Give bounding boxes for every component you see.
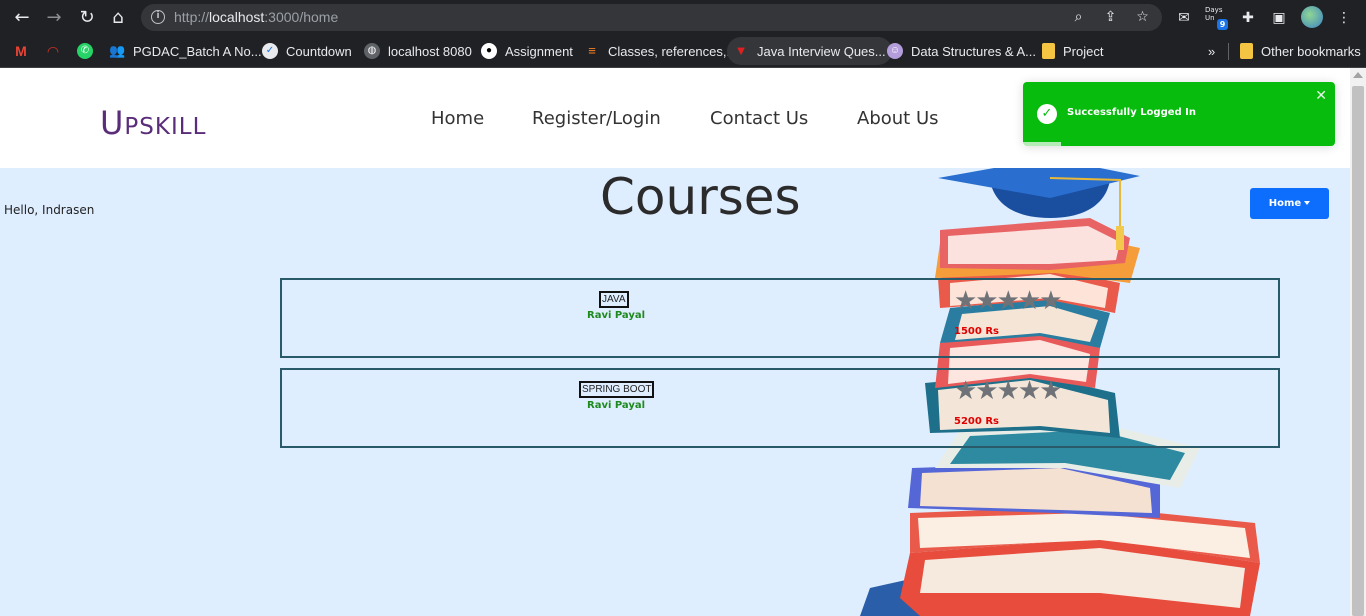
folder-icon <box>1240 43 1253 59</box>
people-icon: 👥 <box>109 43 126 58</box>
course-card[interactable]: JAVA Ravi Payal ★★★★★ 1500 Rs <box>280 278 1280 358</box>
bookmark-localhost[interactable]: ◍ localhost 8080 <box>364 37 472 65</box>
whatsapp-bookmark[interactable]: ✆ <box>77 37 101 65</box>
sidepanel-icon[interactable]: ▣ <box>1269 8 1289 28</box>
course-author: Ravi Payal <box>587 400 646 411</box>
days-until-extension[interactable]: Days Un 9 <box>1205 6 1231 30</box>
bookmark-label: Project <box>1063 43 1104 59</box>
bookmark-project[interactable]: Project <box>1042 37 1103 65</box>
url-text[interactable]: http://localhost:3000/home <box>174 9 338 25</box>
whatsapp-icon: ✆ <box>77 43 93 59</box>
info-icon[interactable]: i <box>151 10 165 24</box>
toast-progress-bar <box>1023 142 1061 146</box>
address-bar[interactable]: i http://localhost:3000/home ⌕ ⇪ ☆ <box>141 4 1162 31</box>
bookmark-other[interactable]: Other bookmarks <box>1240 37 1361 65</box>
course-card[interactable]: SPRING BOOT Ravi Payal ★★★★★ 5200 Rs <box>280 368 1280 448</box>
url-host: localhost <box>209 9 265 25</box>
gmail-bookmark[interactable]: M <box>13 37 37 65</box>
bookmark-java-interview[interactable]: ▼ Java Interview Ques... <box>727 37 892 65</box>
nav-contact-us[interactable]: Contact Us <box>710 108 808 129</box>
logo-initial: U <box>100 104 125 142</box>
checkmark-clock-icon: ✓ <box>262 43 278 59</box>
days-count: 9 <box>1217 19 1228 30</box>
star-rating-icon: ★★★★★ <box>954 376 1063 406</box>
scroll-up-arrow-icon[interactable] <box>1353 72 1363 78</box>
page-title: Courses <box>600 168 801 226</box>
forward-arrow-icon[interactable]: → <box>43 7 65 29</box>
bookmark-divider <box>1228 43 1229 60</box>
bookmark-label: Assignment <box>505 43 573 59</box>
star-icon[interactable]: ☆ <box>1134 9 1151 26</box>
gmail-icon: M <box>15 43 27 59</box>
greeting-text: Hello, Indrasen <box>4 203 95 217</box>
nav-home[interactable]: Home <box>431 108 484 129</box>
scrollbar-thumb[interactable] <box>1352 86 1364 616</box>
v-logo-icon: ▼ <box>734 43 748 58</box>
course-price: 1500 Rs <box>954 326 999 337</box>
avatar-icon: ☺ <box>887 43 903 59</box>
caret-down-icon <box>1304 201 1311 205</box>
star-rating-icon: ★★★★★ <box>954 286 1063 316</box>
page-viewport: UPSKILL Home Register/Login Contact Us A… <box>0 68 1350 616</box>
url-prefix: http:// <box>174 9 210 25</box>
stackoverflow-icon: ≡ <box>588 43 596 58</box>
bookmark-label: Classes, references,... <box>608 43 738 59</box>
bookmark-label: PGDAC_Batch A No... <box>133 43 262 59</box>
bookmark-pgdac[interactable]: 👥 PGDAC_Batch A No... <box>109 37 262 65</box>
bookmark-classes[interactable]: ≡ Classes, references,... <box>584 37 737 65</box>
course-author: Ravi Payal <box>587 310 646 321</box>
share-icon[interactable]: ⇪ <box>1102 9 1119 26</box>
nav-register-login[interactable]: Register/Login <box>532 108 661 129</box>
dropdown-label: Home <box>1268 198 1302 209</box>
bookmark-label: Other bookmarks <box>1261 43 1361 59</box>
site-header: UPSKILL Home Register/Login Contact Us A… <box>0 68 1350 168</box>
bookmark-label: localhost 8080 <box>388 43 472 59</box>
page-scrollbar[interactable] <box>1350 68 1366 616</box>
home-icon[interactable]: ⌂ <box>107 7 129 29</box>
toast-message: Successfully Logged In <box>1067 107 1197 118</box>
bookmark-label: Data Structures & A... <box>911 43 1036 59</box>
close-icon[interactable]: ✕ <box>1315 88 1327 104</box>
globe-icon: ◍ <box>364 43 380 59</box>
course-price: 5200 Rs <box>954 416 999 427</box>
logo-rest: PSKILL <box>124 114 207 140</box>
bookmark-countdown[interactable]: ✓ Countdown <box>262 37 352 65</box>
course-name: SPRING BOOT <box>579 381 655 398</box>
github-icon: ● <box>481 43 497 59</box>
more-bookmarks-chevron-icon[interactable]: » <box>1208 37 1215 65</box>
browser-toolbar: ← → ↻ ⌂ i http://localhost:3000/home ⌕ ⇪… <box>0 0 1366 35</box>
reload-icon[interactable]: ↻ <box>76 7 98 29</box>
puzzle-icon[interactable]: ✚ <box>1238 8 1258 28</box>
check-circle-icon: ✓ <box>1037 104 1057 124</box>
back-arrow-icon[interactable]: ← <box>11 7 33 29</box>
bookmark-data-structures[interactable]: ☺ Data Structures & A... <box>887 37 1036 65</box>
folder-icon <box>1042 43 1055 59</box>
kebab-menu-icon[interactable]: ⋮ <box>1334 8 1354 28</box>
course-name: JAVA <box>599 291 629 308</box>
speed-bookmark[interactable]: ◠ <box>45 37 69 65</box>
mail-icon[interactable]: ✉ <box>1174 8 1194 28</box>
profile-avatar[interactable] <box>1301 6 1323 28</box>
gauge-icon: ◠ <box>46 43 60 59</box>
zoom-icon[interactable]: ⌕ <box>1070 9 1087 26</box>
site-logo[interactable]: UPSKILL <box>100 104 206 142</box>
nav-about-us[interactable]: About Us <box>857 108 939 129</box>
bookmark-assignment[interactable]: ● Assignment <box>481 37 573 65</box>
bookmark-label: Java Interview Ques... <box>757 43 886 59</box>
url-path: :3000/home <box>264 9 339 25</box>
bookmarks-bar: M ◠ ✆ 👥 PGDAC_Batch A No... ✓ Countdown ◍ l… <box>0 35 1366 68</box>
success-toast[interactable]: ✓ Successfully Logged In ✕ <box>1023 82 1335 146</box>
home-dropdown-button[interactable]: Home <box>1250 188 1329 219</box>
bookmark-label: Countdown <box>286 43 352 59</box>
